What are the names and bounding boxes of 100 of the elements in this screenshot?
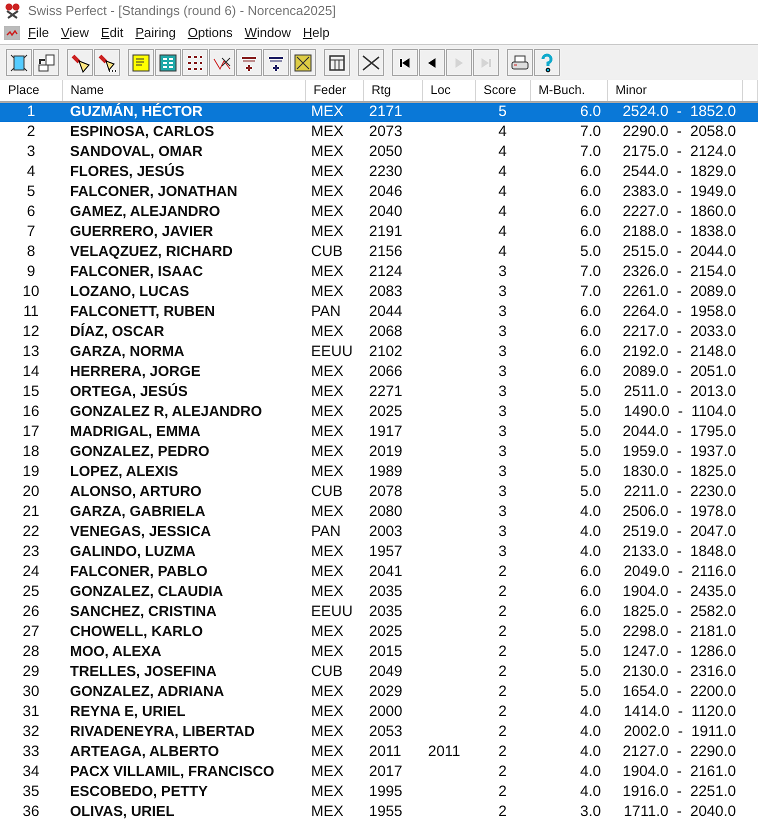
score-cell: 4: [498, 222, 507, 240]
standings-row[interactable]: 19 LOPEZ, ALEXIS MEX 1989 3 5.0 1830.0 - 1825.0: [0, 462, 758, 482]
standings-row[interactable]: 33 ARTEAGA, ALBERTO MEX 2011 2011 2 4.0 2127.0 - 2290.0: [0, 742, 758, 762]
standings-row[interactable]: 22 VENEGAS, JESSICA PAN 2003 3 4.0 2519.0 - 2047.0: [0, 522, 758, 542]
place-cell: 8: [26, 242, 36, 260]
standings-row[interactable]: 11 FALCONETT, RUBEN PAN 2044 3 6.0 2264.0 - 1958.0: [0, 302, 758, 322]
buchholz-cell: 5.0: [580, 642, 601, 660]
flashlight-button[interactable]: [67, 49, 93, 76]
score-cell: 3: [498, 522, 507, 540]
standings-row[interactable]: 4 FLORES, JESÚS MEX 2230 4 6.0 2544.0 - 1829.0: [0, 162, 758, 182]
standings-row[interactable]: 10 LOZANO, LUCAS MEX 2083 3 7.0 2261.0 - 2089.0: [0, 282, 758, 302]
list-card-button[interactable]: [128, 49, 154, 76]
printer-button[interactable]: [507, 49, 533, 76]
score-cell: 3: [498, 382, 507, 400]
standings-row[interactable]: 24 FALCONER, PABLO MEX 2041 2 6.0 2049.0 - 2116.0: [0, 562, 758, 582]
minor-cell: 2127.0 - 2290.0: [622, 742, 736, 760]
menu-item[interactable]: View: [56, 23, 93, 43]
column-header[interactable]: Score: [475, 80, 530, 102]
rating-cell: 1917: [369, 422, 402, 440]
minor-cell: 1830.0 - 1825.0: [622, 462, 736, 480]
place-cell: 21: [22, 502, 40, 520]
score-cell: 4: [498, 182, 507, 200]
standings-row[interactable]: 9 FALCONER, ISAAC MEX 2124 3 7.0 2326.0 - 2154.0: [0, 262, 758, 282]
standings-row[interactable]: 32 RIVADENEYRA, LIBERTAD MEX 2053 2 4.0 2002.0 - 1911.0: [0, 722, 758, 742]
rating-plus-button[interactable]: [236, 49, 262, 76]
previous-button[interactable]: [419, 49, 445, 76]
column-header[interactable]: Minor: [607, 80, 742, 102]
score-cell: 3: [498, 402, 507, 420]
flashlight-button[interactable]: [94, 49, 120, 76]
minor-cell: 2506.0 - 1978.0: [622, 502, 736, 520]
menu-item[interactable]: File: [24, 23, 53, 43]
standings-row[interactable]: 1 GUZMÁN, HÉCTOR MEX 2171 5 6.0 2524.0 - 1852.0: [0, 102, 758, 122]
standings-row[interactable]: 5 FALCONER, JONATHAN MEX 2046 4 6.0 2383.0 - 1949.0: [0, 182, 758, 202]
new-document-button[interactable]: [6, 49, 32, 76]
standings-row[interactable]: 12 DÍAZ, OSCAR MEX 2068 3 6.0 2217.0 - 2033.0: [0, 322, 758, 342]
name-cell: FALCONER, ISAAC: [70, 264, 203, 280]
minor-cell: 2089.0 - 2051.0: [622, 362, 736, 380]
table-button[interactable]: [324, 49, 350, 76]
score-cell: 3: [498, 342, 507, 360]
minor-cell: 2188.0 - 1838.0: [622, 222, 736, 240]
standings-row[interactable]: 28 MOO, ALEXA MEX 2015 2 5.0 1247.0 - 1286.0: [0, 642, 758, 662]
menu-item[interactable]: Edit: [96, 23, 128, 43]
buchholz-cell: 4.0: [580, 522, 601, 540]
federation-cell: MEX: [311, 642, 344, 660]
standings-row[interactable]: 7 GUERRERO, JAVIER MEX 2191 4 6.0 2188.0 - 1838.0: [0, 222, 758, 242]
name-cell: VELAQZUEZ, RICHARD: [70, 244, 233, 260]
buchholz-cell: 4.0: [580, 722, 601, 740]
rating-cell: 2025: [369, 402, 402, 420]
federation-cell: MEX: [311, 502, 344, 520]
standings-row[interactable]: 26 SANCHEZ, CRISTINA EEUU 2035 2 6.0 1825.0 - 2582.0: [0, 602, 758, 622]
federation-cell: CUB: [311, 242, 343, 260]
rating-cell: 2015: [369, 642, 402, 660]
column-header[interactable]: Rtg: [363, 80, 422, 102]
standings-row[interactable]: 6 GAMEZ, ALEJANDRO MEX 2040 4 6.0 2227.0 - 1860.0: [0, 202, 758, 222]
column-header[interactable]: Name: [62, 80, 305, 102]
place-cell: 20: [22, 482, 40, 500]
standings-row[interactable]: 8 VELAQZUEZ, RICHARD CUB 2156 4 5.0 2515.0 - 2044.0: [0, 242, 758, 262]
rating-plus-button[interactable]: [263, 49, 289, 76]
name-cell: FALCONER, PABLO: [70, 564, 208, 580]
standings-row[interactable]: 31 REYNA E, URIEL MEX 2000 2 4.0 1414.0 - 1120.0: [0, 702, 758, 722]
standings-row[interactable]: 35 ESCOBEDO, PETTY MEX 1995 2 4.0 1916.0 - 2251.0: [0, 782, 758, 802]
first-button[interactable]: [392, 49, 418, 76]
standings-row[interactable]: 15 ORTEGA, JESÚS MEX 2271 3 5.0 2511.0 - 2013.0: [0, 382, 758, 402]
place-cell: 3: [26, 142, 36, 160]
menu-item[interactable]: Window: [240, 23, 295, 43]
standings-row[interactable]: 14 HERRERA, JORGE MEX 2066 3 6.0 2089.0 - 2051.0: [0, 362, 758, 382]
buchholz-cell: 6.0: [580, 162, 601, 180]
standings-row[interactable]: 17 MADRIGAL, EMMA MEX 1917 3 5.0 2044.0 - 1795.0: [0, 422, 758, 442]
standings-row[interactable]: 23 GALINDO, LUZMA MEX 1957 3 4.0 2133.0 - 1848.0: [0, 542, 758, 562]
standings-row[interactable]: 29 TRELLES, JOSEFINA CUB 2049 2 5.0 2130.0 - 2316.0: [0, 662, 758, 682]
standings-row[interactable]: 2 ESPINOSA, CARLOS MEX 2073 4 7.0 2290.0 - 2058.0: [0, 122, 758, 142]
standings-row[interactable]: 16 GONZALEZ R, ALEJANDRO MEX 2025 3 5.0 1490.0 - 1104.0: [0, 402, 758, 422]
score-cell: 4: [498, 202, 507, 220]
standings-row[interactable]: 36 OLIVAS, URIEL MEX 1955 2 3.0 1711.0 - 2040.0: [0, 802, 758, 820]
standings-row[interactable]: 30 GONZALEZ, ADRIANA MEX 2029 2 5.0 1654.0 - 2200.0: [0, 682, 758, 702]
name-cell: PACX VILLAMIL, FRANCISCO: [70, 764, 274, 780]
standings-row[interactable]: 34 PACX VILLAMIL, FRANCISCO MEX 2017 2 4.0 1904.0 - 2161.0: [0, 762, 758, 782]
name-cell: LOPEZ, ALEXIS: [70, 464, 178, 480]
federation-cell: MEX: [311, 682, 344, 700]
column-header[interactable]: M-Buch.: [530, 80, 607, 102]
column-header[interactable]: Feder: [305, 80, 363, 102]
rating-cell: 2073: [369, 122, 402, 140]
menu-item[interactable]: Help: [298, 23, 334, 43]
standings-row[interactable]: 27 CHOWELL, KARLO MEX 2025 2 5.0 2298.0 - 2181.0: [0, 622, 758, 642]
standings-row[interactable]: 20 ALONSO, ARTURO CUB 2078 3 5.0 2211.0 - 2230.0: [0, 482, 758, 502]
table-card-button[interactable]: [155, 49, 181, 76]
place-cell: 9: [26, 262, 36, 280]
standings-row[interactable]: 13 GARZA, NORMA EEUU 2102 3 6.0 2192.0 - 2148.0: [0, 342, 758, 362]
column-header[interactable]: Loc: [422, 80, 475, 102]
menu-item[interactable]: Pairing: [131, 23, 180, 43]
standings-row[interactable]: 18 GONZALEZ, PEDRO MEX 2019 3 5.0 1959.0 - 1937.0: [0, 442, 758, 462]
standings-row[interactable]: 25 GONZALEZ, CLAUDIA MEX 2035 2 6.0 1904.0 - 2435.0: [0, 582, 758, 602]
standings-row[interactable]: 21 GARZA, GABRIELA MEX 2080 3 4.0 2506.0 - 1978.0: [0, 502, 758, 522]
federation-cell: MEX: [311, 582, 344, 600]
rating-cell: 1955: [369, 802, 402, 820]
place-cell: 2: [26, 122, 36, 140]
column-header[interactable]: Place: [0, 80, 62, 102]
standings-row[interactable]: 3 SANDOVAL, OMAR MEX 2050 4 7.0 2175.0 - 2124.0: [0, 142, 758, 162]
buchholz-cell: 5.0: [580, 382, 601, 400]
menu-item[interactable]: Options: [184, 23, 237, 43]
